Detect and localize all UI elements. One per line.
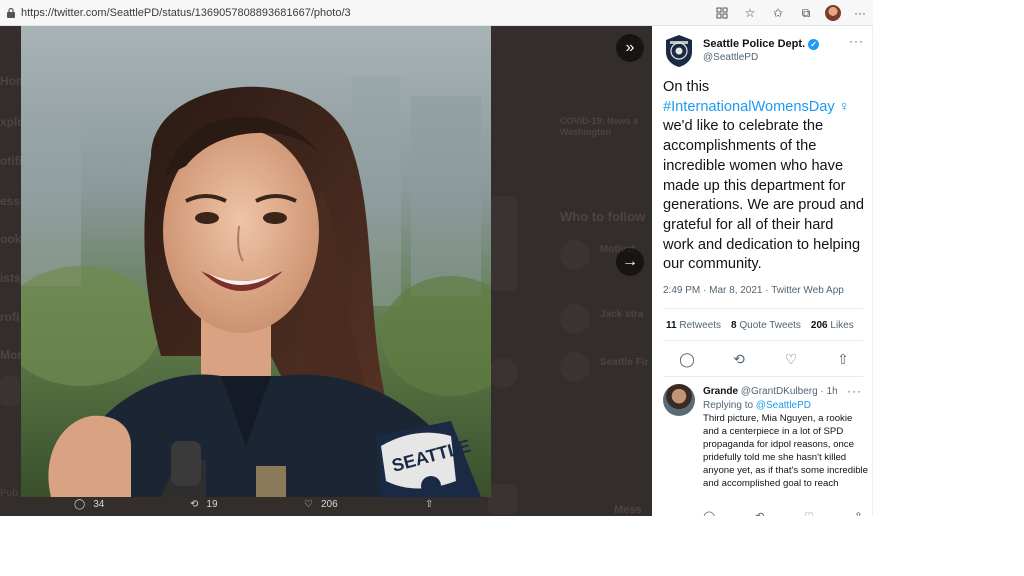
bg-card: [488, 358, 518, 388]
profile-avatar-icon[interactable]: [825, 5, 841, 21]
author-handle[interactable]: @SeattlePD: [703, 52, 758, 63]
female-sign-icon: ♀: [838, 98, 850, 115]
reply-text: Third picture, Mia Nguyen, a rookie and …: [703, 413, 869, 489]
retweet-icon[interactable]: ⟲: [755, 510, 764, 516]
retweets-count: 11: [666, 320, 677, 331]
favorite-add-icon[interactable]: ☆: [741, 4, 759, 22]
browser-address-bar: https://twitter.com/SeattlePD/status/136…: [0, 0, 873, 26]
reply-icon[interactable]: ◯: [703, 510, 715, 516]
photo-like-action[interactable]: ♡ 206: [304, 499, 338, 510]
reply-handle-time: @GrantDKulberg · 1h: [740, 386, 838, 397]
verified-badge-icon: ✓: [808, 38, 820, 50]
photo-share-action[interactable]: ⇧: [425, 499, 433, 510]
likes-label: Likes: [830, 320, 854, 331]
tweet-photo[interactable]: SEATTLE: [21, 26, 491, 497]
retweets-label: Retweets: [679, 320, 722, 331]
tweet-more-options-icon[interactable]: ···: [849, 34, 864, 48]
photo-reply-count: 34: [93, 499, 105, 510]
tweet-body: On this #InternationalWomensDay ♀ we'd l…: [663, 78, 868, 275]
bg-card: [0, 376, 20, 406]
arrow-right-icon: →: [622, 253, 638, 270]
divider: [663, 308, 863, 309]
bg-sidebar-item: Mor: [0, 348, 22, 362]
bg-suggestion-avatar: [560, 304, 590, 334]
collapse-panel-button[interactable]: »: [616, 34, 644, 62]
bg-sidebar-item: rofi: [0, 310, 20, 324]
more-menu-icon[interactable]: ···: [851, 4, 869, 22]
double-chevron-right-icon: »: [625, 39, 635, 56]
reply-more-options-icon[interactable]: ···: [847, 384, 862, 398]
tweet-actions: ◯ ⟲ ♡ ⇧: [679, 351, 850, 368]
heart-icon[interactable]: ♡: [784, 351, 798, 368]
bg-suggestion: Jack stra: [600, 309, 644, 320]
heart-icon: ♡: [304, 499, 313, 510]
tweet-text-end: we'd like to celebrate the accomplishmen…: [663, 118, 864, 273]
browser-toolbar: ☆ ✩ ⧉ ···: [713, 4, 869, 22]
url-field[interactable]: https://twitter.com/SeattlePD/status/136…: [21, 7, 351, 19]
reply-actions: ◯ ⟲ ♡ ⇧: [703, 510, 863, 516]
retweet-icon[interactable]: ⟲: [732, 351, 746, 368]
bg-sidebar-item: ook: [0, 232, 22, 246]
likes-count: 206: [810, 320, 828, 331]
bg-suggestion: Seattle Fir: [600, 357, 649, 368]
photo-like-count: 206: [320, 499, 338, 510]
lock-icon[interactable]: [4, 6, 18, 20]
avatar[interactable]: [663, 384, 695, 416]
bg-suggestion-avatar: [560, 352, 590, 382]
photo-actions-bar: ◯ 34 ⟲ 19 ♡ 206 ⇧: [0, 497, 652, 516]
replying-to-mention[interactable]: @SeattlePD: [756, 400, 811, 411]
bg-suggestion-avatar: [560, 240, 590, 270]
bg-sidebar-item: ess: [0, 194, 21, 208]
likes-stat[interactable]: 206 Likes: [811, 320, 854, 331]
reply-tweet[interactable]: Grande @GrantDKulberg · 1h ··· Replying …: [663, 384, 868, 516]
tweet-stats: 11 Retweets 8 Quote Tweets 206 Likes: [666, 320, 854, 331]
share-icon: ⇧: [425, 499, 434, 510]
tweet-timestamp[interactable]: 2:49 PM · Mar 8, 2021 · Twitter Web App: [663, 285, 844, 296]
apps-icon[interactable]: [713, 4, 731, 22]
photo-reply-action[interactable]: ◯ 34: [74, 499, 104, 510]
reply-author-name: Grande: [703, 386, 739, 397]
collections-icon[interactable]: ⧉: [797, 4, 815, 22]
seattle-police-logo[interactable]: [664, 34, 694, 68]
quotes-stat[interactable]: 8 Quote Tweets: [731, 320, 801, 331]
tweet-detail-panel: Seattle Police Dept. ✓ @SeattlePD ··· On…: [652, 26, 873, 516]
bg-sidebar-item: otifi: [0, 154, 22, 168]
retweets-stat[interactable]: 11 Retweets: [666, 320, 721, 331]
bg-who-to-follow: Who to follow: [560, 209, 646, 224]
replying-label: Replying to: [703, 400, 754, 411]
quotes-label: Quote Tweets: [739, 320, 801, 331]
photo-retweet-action[interactable]: ⟲ 19: [190, 499, 218, 510]
bg-sidebar-item: ists: [0, 271, 21, 285]
bg-trend-sub: Washington: [560, 127, 612, 137]
heart-icon[interactable]: ♡: [804, 510, 814, 516]
bg-card: [490, 196, 518, 291]
reply-icon[interactable]: ◯: [679, 351, 695, 368]
divider: [663, 376, 863, 377]
next-photo-button[interactable]: →: [616, 248, 644, 276]
reply-author[interactable]: Grande @GrantDKulberg · 1h: [703, 386, 838, 397]
author-name-text: Seattle Police Dept.: [703, 38, 806, 50]
photo-viewer-overlay: Hom xplo otifi ess ook ists rofi Mor Pub…: [0, 26, 652, 516]
photo-retweet-count: 19: [206, 499, 218, 510]
tweet-header: Seattle Police Dept. ✓ @SeattlePD ···: [664, 34, 864, 70]
tweet-text-start: On this: [663, 79, 710, 95]
favorites-icon[interactable]: ✩: [769, 4, 787, 22]
quotes-count: 8: [731, 320, 737, 331]
hashtag-link[interactable]: #InternationalWomensDay: [663, 99, 835, 115]
share-icon[interactable]: ⇧: [836, 351, 850, 368]
bg-trend-label: COVID-19: News a: [560, 116, 639, 126]
author-name[interactable]: Seattle Police Dept. ✓: [703, 38, 820, 50]
replying-to: Replying to @SeattlePD: [703, 400, 811, 411]
reply-icon: ◯: [74, 499, 86, 510]
divider: [663, 340, 863, 341]
retweet-icon: ⟲: [190, 499, 199, 510]
share-icon[interactable]: ⇧: [854, 510, 863, 516]
